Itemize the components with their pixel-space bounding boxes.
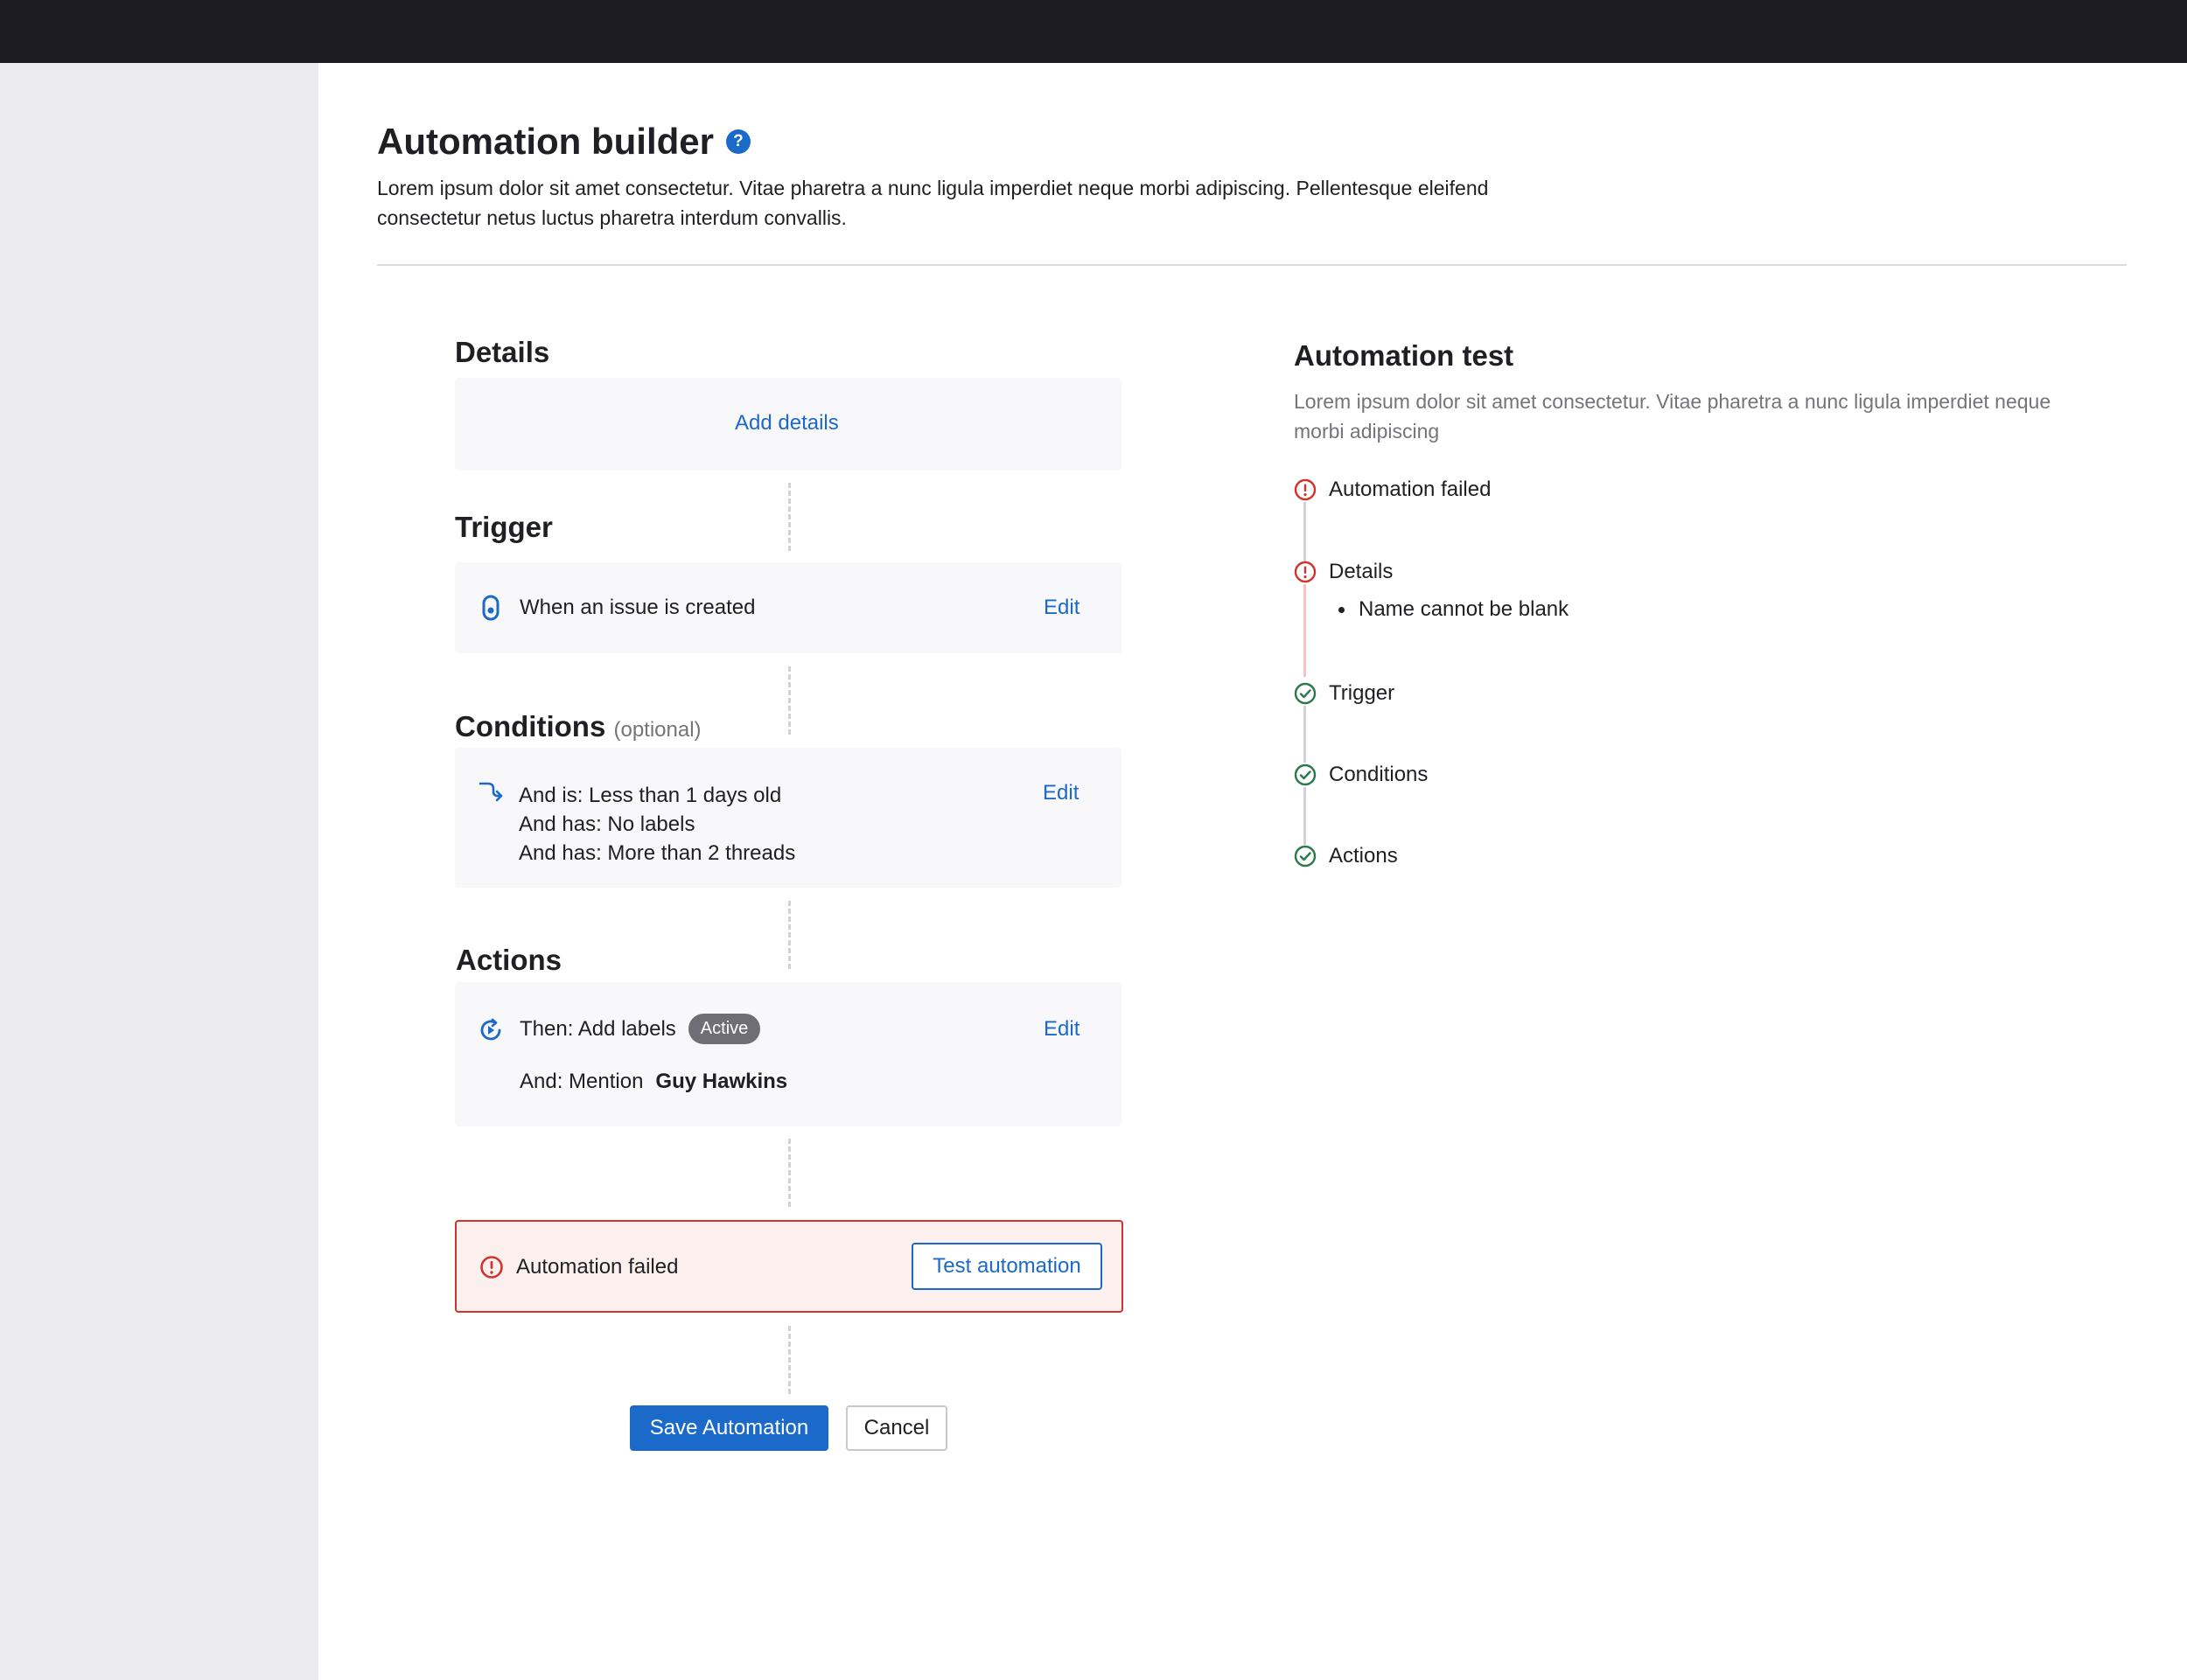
automation-failed-alert: Automation failed Test automation (455, 1220, 1123, 1313)
conditions-title: Conditions (optional) (455, 710, 702, 743)
flow-connector (788, 901, 791, 969)
step-line (1303, 787, 1306, 845)
test-step-label: Automation failed (1329, 478, 1492, 501)
conditions-list: And is: Less than 1 days old And has: No… (519, 781, 795, 868)
condition-line: And is: Less than 1 days old (519, 784, 782, 807)
test-step-conditions: Conditions (1294, 763, 1428, 787)
step-line (1303, 706, 1306, 763)
conditions-title-text: Conditions (455, 710, 606, 742)
page-title: Automation builder ? (377, 121, 751, 163)
details-error-item: Name cannot be blank (1338, 597, 1569, 622)
bullet-dot (1338, 606, 1345, 613)
condition-line: And has: More than 2 threads (519, 841, 796, 865)
page-description: Lorem ipsum dolor sit amet consectetur. … (377, 177, 1489, 229)
page-title-text: Automation builder (377, 121, 714, 162)
test-step-trigger: Trigger (1294, 681, 1394, 706)
error-icon (1294, 478, 1317, 501)
test-automation-button[interactable]: Test automation (912, 1243, 1102, 1290)
trigger-card: When an issue is created Edit (455, 562, 1121, 653)
conditions-edit-link[interactable]: Edit (1043, 781, 1079, 805)
actions-title: Actions (456, 944, 562, 976)
trigger-text: When an issue is created (520, 596, 756, 619)
cancel-button[interactable]: Cancel (846, 1405, 947, 1451)
details-error-text: Name cannot be blank (1359, 597, 1569, 621)
play-cycle-icon (480, 1018, 501, 1041)
details-title: Details (455, 336, 550, 368)
header-divider (377, 264, 2127, 266)
mouse-icon (482, 595, 500, 621)
help-icon[interactable]: ? (725, 129, 751, 154)
test-panel-title: Automation test (1294, 339, 1514, 372)
optional-label: (optional) (613, 718, 702, 742)
details-card: Add details (455, 378, 1121, 471)
test-step-label: Conditions (1329, 763, 1429, 786)
alert-text: Automation failed (516, 1255, 679, 1279)
actions-card: Then: Add labels Active And: Mention Guy… (455, 982, 1121, 1126)
test-step-label: Actions (1329, 844, 1398, 868)
check-circle-icon (1294, 763, 1317, 786)
status-badge: Active (688, 1014, 761, 1044)
flow-connector (788, 1139, 791, 1207)
trigger-title: Trigger (455, 511, 553, 543)
flow-connector (788, 666, 791, 735)
error-icon (480, 1256, 503, 1279)
test-step-automation: Automation failed (1294, 478, 1491, 502)
save-automation-button[interactable]: Save Automation (630, 1405, 828, 1451)
branch-arrow-icon (479, 782, 503, 802)
step-line (1303, 584, 1306, 677)
actions-then-text: Then: Add labels (520, 1016, 676, 1041)
actions-mention-row: And: Mention Guy Hawkins (520, 1070, 787, 1094)
test-step-label: Details (1329, 560, 1394, 583)
trigger-edit-link[interactable]: Edit (1044, 596, 1080, 620)
test-step-actions: Actions (1294, 844, 1398, 868)
check-circle-icon (1294, 682, 1317, 705)
condition-line: And has: No labels (519, 812, 695, 836)
check-circle-icon (1294, 845, 1317, 868)
flow-connector (788, 483, 791, 551)
top-bar (0, 0, 2187, 63)
actions-then-row: Then: Add labels Active (520, 1014, 761, 1044)
conditions-card: And is: Less than 1 days old And has: No… (455, 748, 1121, 888)
actions-edit-link[interactable]: Edit (1044, 1017, 1080, 1042)
test-step-label: Trigger (1329, 681, 1395, 705)
test-step-details: Details (1294, 560, 1393, 584)
actions-mention-prefix: And: Mention (520, 1070, 644, 1093)
sidebar (0, 63, 318, 1680)
add-details-link[interactable]: Add details (735, 411, 839, 436)
flow-connector (788, 1326, 791, 1394)
mention-name: Guy Hawkins (655, 1070, 788, 1093)
error-icon (1294, 561, 1317, 583)
test-panel-description: Lorem ipsum dolor sit amet consectetur. … (1294, 390, 2051, 443)
